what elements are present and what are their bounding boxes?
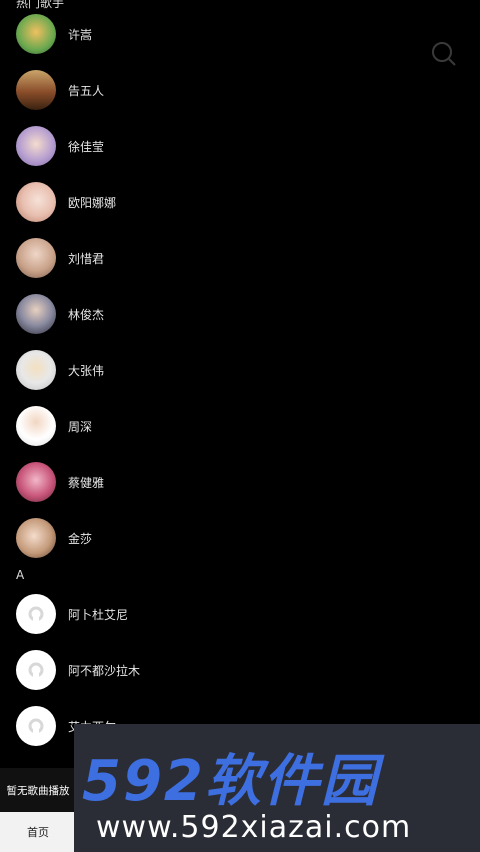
artist-name: 阿不都沙拉木 <box>68 663 141 678</box>
artist-row[interactable]: 阿不都沙拉木 <box>16 650 436 690</box>
artist-row[interactable]: 阿卜杜艾尼 <box>16 594 436 634</box>
avatar <box>16 462 56 502</box>
watermark-brand: 592软件园 <box>82 749 379 814</box>
avatar <box>16 126 56 166</box>
section-header-a: A <box>16 568 25 582</box>
default-avatar-icon <box>16 650 56 690</box>
artist-row[interactable]: 蔡健雅 <box>16 462 436 502</box>
avatar <box>16 350 56 390</box>
artist-row[interactable]: 徐佳莹 <box>16 126 436 166</box>
tab-bar: 首页 <box>0 812 76 852</box>
artist-row[interactable]: 刘惜君 <box>16 238 436 278</box>
artist-row[interactable]: 林俊杰 <box>16 294 436 334</box>
artist-name: 阿卜杜艾尼 <box>68 607 129 622</box>
artist-name: 欧阳娜娜 <box>68 195 117 210</box>
default-avatar-icon <box>16 594 56 634</box>
watermark-overlay: 592软件园 www.592xiazai.com <box>74 724 480 852</box>
artist-name: 蔡健雅 <box>68 475 105 490</box>
artist-row[interactable]: 欧阳娜娜 <box>16 182 436 222</box>
tab-home[interactable]: 首页 <box>27 824 49 840</box>
avatar <box>16 182 56 222</box>
artist-name: 许嵩 <box>68 27 93 42</box>
artist-row[interactable]: 周深 <box>16 406 436 446</box>
artist-row[interactable]: 告五人 <box>16 70 436 110</box>
artist-name: 告五人 <box>68 83 105 98</box>
avatar <box>16 518 56 558</box>
artist-name: 周深 <box>68 419 93 434</box>
artist-name: 刘惜君 <box>68 251 105 266</box>
avatar <box>16 70 56 110</box>
watermark-url: www.592xiazai.com <box>96 810 412 845</box>
avatar <box>16 406 56 446</box>
avatar <box>16 294 56 334</box>
avatar <box>16 238 56 278</box>
artist-row[interactable]: 大张伟 <box>16 350 436 390</box>
default-avatar-icon <box>16 706 56 746</box>
artist-name: 大张伟 <box>68 363 105 378</box>
artist-name: 徐佳莹 <box>68 139 105 154</box>
mini-player[interactable]: 暂无歌曲播放 <box>0 768 76 812</box>
player-status: 暂无歌曲播放 <box>6 784 70 797</box>
artist-name: 金莎 <box>68 531 93 546</box>
avatar <box>16 14 56 54</box>
artist-row[interactable]: 金莎 <box>16 518 436 558</box>
artist-name: 林俊杰 <box>68 307 105 322</box>
artist-row[interactable]: 许嵩 <box>16 14 436 54</box>
section-header-hot: 热门歌手 <box>16 0 65 10</box>
